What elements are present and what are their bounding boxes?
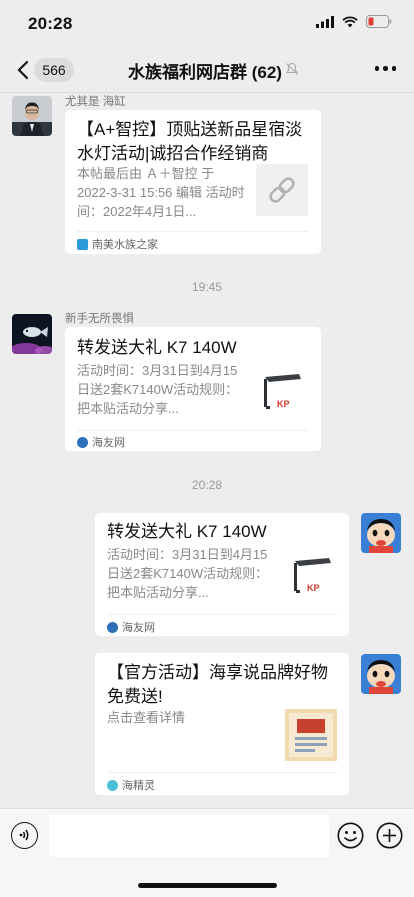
voice-icon	[19, 829, 29, 841]
my-avatar[interactable]	[361, 654, 401, 694]
wifi-icon	[342, 15, 358, 27]
link-icon	[256, 164, 308, 216]
emoji-icon[interactable]	[337, 822, 364, 849]
card-source: 海精灵	[107, 777, 155, 793]
chat-title: 水族福利网店群 (62)	[128, 63, 282, 82]
card-source-label: 南美水族之家	[92, 239, 158, 251]
status-bar: 20:28	[0, 0, 414, 48]
link-card[interactable]: 【官方活动】海享说品牌好物免费送! 点击查看详情 海精灵	[95, 653, 349, 795]
home-indicator	[138, 883, 277, 888]
status-icons	[316, 15, 392, 28]
voice-input-button[interactable]	[11, 822, 38, 849]
avatar[interactable]	[12, 314, 52, 354]
my-avatar[interactable]	[361, 513, 401, 553]
source-logo-icon	[77, 238, 88, 250]
timestamp: 19:45	[191, 280, 223, 294]
divider	[107, 614, 337, 615]
more-options-icon[interactable]	[374, 66, 396, 71]
card-description: 点击查看详情	[107, 710, 186, 725]
battery-icon	[366, 15, 392, 28]
source-logo-icon	[107, 621, 118, 633]
divider	[77, 231, 309, 232]
chat-header: 566 水族福利网店群 (62)	[0, 48, 414, 93]
card-title: 【官方活动】海享说品牌好物免费送!	[107, 663, 328, 706]
card-source-label: 海友网	[92, 437, 125, 449]
card-description: 本帖最后由 Ａ＋智控 于 2022-3-31 15:56 编辑 活动时间：202…	[77, 166, 245, 219]
timestamp: 20:28	[191, 478, 223, 492]
card-source: 海友网	[107, 619, 155, 635]
divider	[77, 430, 309, 431]
unread-count-badge[interactable]: 566	[34, 58, 74, 82]
source-logo-icon	[107, 779, 118, 791]
card-source-label: 海友网	[122, 622, 155, 634]
link-card[interactable]: 转发送大礼 K7 140W 活动时间：3月31日到4月15日送2套K7140W活…	[65, 327, 321, 451]
sender-name: 尤其是 海缸	[65, 96, 126, 108]
divider	[107, 772, 337, 773]
message-input[interactable]	[49, 815, 329, 857]
avatar[interactable]	[12, 96, 52, 136]
aquarium-light-icon: KP	[285, 549, 337, 601]
link-card[interactable]: 【A+智控】顶贴送新品星宿淡水灯活动|诚招合作经销商 本帖最后由 Ａ＋智控 于 …	[65, 110, 321, 254]
svg-text:KP: KP	[277, 399, 290, 409]
card-source-label: 海精灵	[122, 780, 155, 792]
card-source: 南美水族之家	[77, 236, 158, 252]
plus-icon[interactable]	[376, 822, 403, 849]
status-time: 20:28	[28, 14, 73, 33]
card-description: 活动时间：3月31日到4月15日送2套K7140W活动规则：把本贴活动分享...	[77, 363, 239, 416]
source-logo-icon	[77, 436, 88, 448]
link-card[interactable]: 转发送大礼 K7 140W 活动时间：3月31日到4月15日送2套K7140W活…	[95, 513, 349, 636]
card-title: 转发送大礼 K7 140W	[77, 338, 237, 357]
poster-thumbnail	[285, 709, 337, 761]
card-title: 转发送大礼 K7 140W	[107, 522, 267, 541]
card-description: 活动时间：3月31日到4月15日送2套K7140W活动规则：把本贴活动分享...	[107, 547, 269, 600]
card-source: 海友网	[77, 434, 125, 450]
mute-icon	[285, 62, 299, 75]
back-arrow-icon[interactable]	[12, 58, 36, 82]
svg-text:KP: KP	[307, 583, 320, 593]
sender-name: 新手无所畏惧	[65, 313, 134, 325]
card-title: 【A+智控】顶贴送新品星宿淡水灯活动|诚招合作经销商	[77, 120, 303, 163]
aquarium-light-icon: KP	[255, 365, 307, 417]
signal-icon	[316, 15, 334, 28]
